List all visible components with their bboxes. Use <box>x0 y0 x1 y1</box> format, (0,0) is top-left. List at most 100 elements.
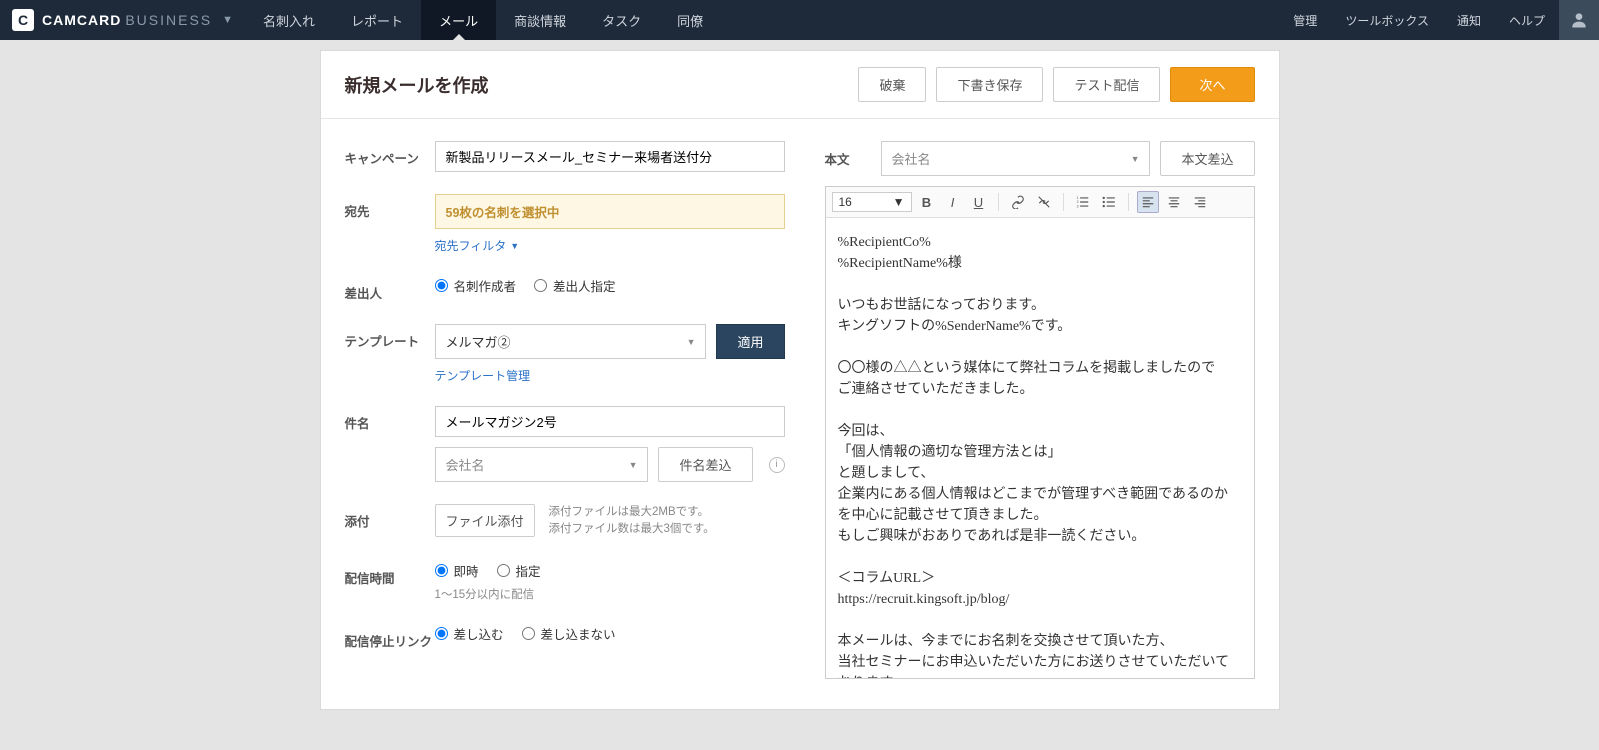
chevron-down-icon[interactable]: ▼ <box>222 14 233 26</box>
align-right-button[interactable] <box>1189 191 1211 213</box>
unordered-list-button[interactable] <box>1098 191 1120 213</box>
nav-tab-2[interactable]: メール <box>421 0 496 40</box>
editor-line: 〇〇様の△△という媒体にて弊社コラムを掲載しましたので <box>838 358 1242 379</box>
nav-tab-3[interactable]: 商談情報 <box>496 0 584 40</box>
editor-line <box>838 547 1242 568</box>
sendtime-radio-now[interactable]: 即時 <box>435 561 479 580</box>
recipient-summary[interactable]: 59枚の名刺を選択中 <box>435 194 785 229</box>
body-merge-select[interactable]: 会社名▼ <box>881 141 1151 176</box>
ordered-list-button[interactable]: 123 <box>1072 191 1094 213</box>
separator <box>998 193 999 211</box>
editor-toolbar: 16▼ B I U 123 <box>826 187 1254 218</box>
attach-file-button[interactable]: ファイル添付 <box>435 504 535 537</box>
align-center-button[interactable] <box>1163 191 1185 213</box>
right-nav: 管理ツールボックス通知ヘルプ <box>1279 0 1559 40</box>
align-left-icon <box>1141 195 1155 209</box>
editor-line <box>838 610 1242 631</box>
nav-tab-1[interactable]: レポート <box>333 0 421 40</box>
editor-line <box>838 274 1242 295</box>
caret-down-icon: ▼ <box>510 241 519 251</box>
label-campaign: キャンペーン <box>345 141 435 167</box>
brand-name: CAMCARD <box>42 12 121 28</box>
label-subject: 件名 <box>345 406 435 432</box>
campaign-input[interactable] <box>435 141 785 172</box>
label-template: テンプレート <box>345 324 435 350</box>
editor-line: https://recruit.kingsoft.jp/blog/ <box>838 589 1242 610</box>
template-manage-link[interactable]: テンプレート管理 <box>435 367 531 384</box>
template-apply-button[interactable]: 適用 <box>716 324 784 359</box>
unsub-radio-none[interactable]: 差し込まない <box>522 624 616 643</box>
next-button[interactable]: 次へ <box>1170 67 1254 102</box>
caret-down-icon: ▼ <box>893 195 905 209</box>
test-send-button[interactable]: テスト配信 <box>1053 67 1160 102</box>
template-select[interactable]: メルマガ②▼ <box>435 324 707 359</box>
page-title: 新規メールを作成 <box>345 72 489 98</box>
editor-line: キングソフトの%SenderName%です。 <box>838 316 1242 337</box>
bold-button[interactable]: B <box>916 191 938 213</box>
font-size-select[interactable]: 16▼ <box>832 192 912 212</box>
editor-line: もしご興味がおありであれば是非一読ください。 <box>838 526 1242 547</box>
editor-line: 今回は、 <box>838 421 1242 442</box>
label-sendtime: 配信時間 <box>345 561 435 587</box>
editor-line: 本メールは、今までにお名刺を交換させて頂いた方、 <box>838 631 1242 652</box>
link-button[interactable] <box>1007 191 1029 213</box>
editor-line: %RecipientCo% <box>838 232 1242 253</box>
nav-right-1[interactable]: ツールボックス <box>1331 0 1443 40</box>
sender-radio-specify[interactable]: 差出人指定 <box>534 276 616 295</box>
subject-merge-button[interactable]: 件名差込 <box>658 447 752 482</box>
info-icon[interactable]: i <box>769 457 785 473</box>
nav-tab-0[interactable]: 名刺入れ <box>245 0 333 40</box>
subject-input[interactable] <box>435 406 785 437</box>
unlink-button[interactable] <box>1033 191 1055 213</box>
nav-tab-5[interactable]: 同僚 <box>659 0 721 40</box>
editor-body[interactable]: %RecipientCo%%RecipientName%様 いつもお世話になって… <box>826 218 1254 678</box>
editor-line: ＜コラムURL＞ <box>838 568 1242 589</box>
recipient-filter-link[interactable]: 宛先フィルタ▼ <box>435 237 520 254</box>
caret-down-icon: ▼ <box>1131 154 1140 164</box>
sendtime-note: 1〜15分以内に配信 <box>435 586 785 602</box>
editor-line: いつもお世話になっております。 <box>838 295 1242 316</box>
compose-card: 新規メールを作成 破棄 下書き保存 テスト配信 次へ キャンペーン 宛先 59枚… <box>320 50 1280 710</box>
top-navbar: C CAMCARDBUSINESS ▼ 名刺入れレポートメール商談情報タスク同僚… <box>0 0 1599 40</box>
separator <box>1063 193 1064 211</box>
caret-down-icon: ▼ <box>629 460 638 470</box>
align-center-icon <box>1167 195 1181 209</box>
sendtime-radio-schedule[interactable]: 指定 <box>497 561 541 580</box>
ul-icon <box>1102 195 1116 209</box>
italic-button[interactable]: I <box>942 191 964 213</box>
align-left-button[interactable] <box>1137 191 1159 213</box>
save-draft-button[interactable]: 下書き保存 <box>936 67 1043 102</box>
editor-line <box>838 400 1242 421</box>
underline-button[interactable]: U <box>968 191 990 213</box>
svg-text:1: 1 <box>1076 196 1078 200</box>
editor-line: 企業内にある個人情報はどこまでが管理すべき範囲であるのかを中心に記載させて頂きま… <box>838 484 1242 526</box>
editor-line: 当社セミナーにお申込いただいた方にお送りさせていただいております。 <box>838 652 1242 678</box>
editor-line: と題しまして、 <box>838 463 1242 484</box>
editor-line: ご連絡させていただきました。 <box>838 379 1242 400</box>
attach-note: 添付ファイルは最大2MBです。 添付ファイル数は最大3個です。 <box>549 504 715 539</box>
nav-right-3[interactable]: ヘルプ <box>1495 0 1559 40</box>
label-sender: 差出人 <box>345 276 435 302</box>
subject-merge-select[interactable]: 会社名▼ <box>435 447 649 482</box>
sender-radio-creator[interactable]: 名刺作成者 <box>435 276 517 295</box>
separator <box>1128 193 1129 211</box>
align-right-icon <box>1193 195 1207 209</box>
user-icon <box>1569 10 1589 30</box>
editor-line: 「個人情報の適切な管理方法とは」 <box>838 442 1242 463</box>
body-merge-button[interactable]: 本文差込 <box>1160 141 1254 176</box>
unsub-radio-insert[interactable]: 差し込む <box>435 624 504 643</box>
ol-icon: 123 <box>1076 195 1090 209</box>
svg-text:3: 3 <box>1076 204 1078 208</box>
discard-button[interactable]: 破棄 <box>858 67 926 102</box>
label-unsubscribe: 配信停止リンク <box>345 624 435 650</box>
label-recipient: 宛先 <box>345 194 435 220</box>
main-nav: 名刺入れレポートメール商談情報タスク同僚 <box>245 0 721 40</box>
nav-tab-4[interactable]: タスク <box>584 0 659 40</box>
editor-line <box>838 337 1242 358</box>
brand-logo[interactable]: C CAMCARDBUSINESS ▼ <box>0 0 245 40</box>
nav-right-2[interactable]: 通知 <box>1443 0 1495 40</box>
unlink-icon <box>1037 195 1051 209</box>
user-menu-button[interactable] <box>1559 0 1599 40</box>
brand-suffix: BUSINESS <box>125 12 212 28</box>
nav-right-0[interactable]: 管理 <box>1279 0 1331 40</box>
